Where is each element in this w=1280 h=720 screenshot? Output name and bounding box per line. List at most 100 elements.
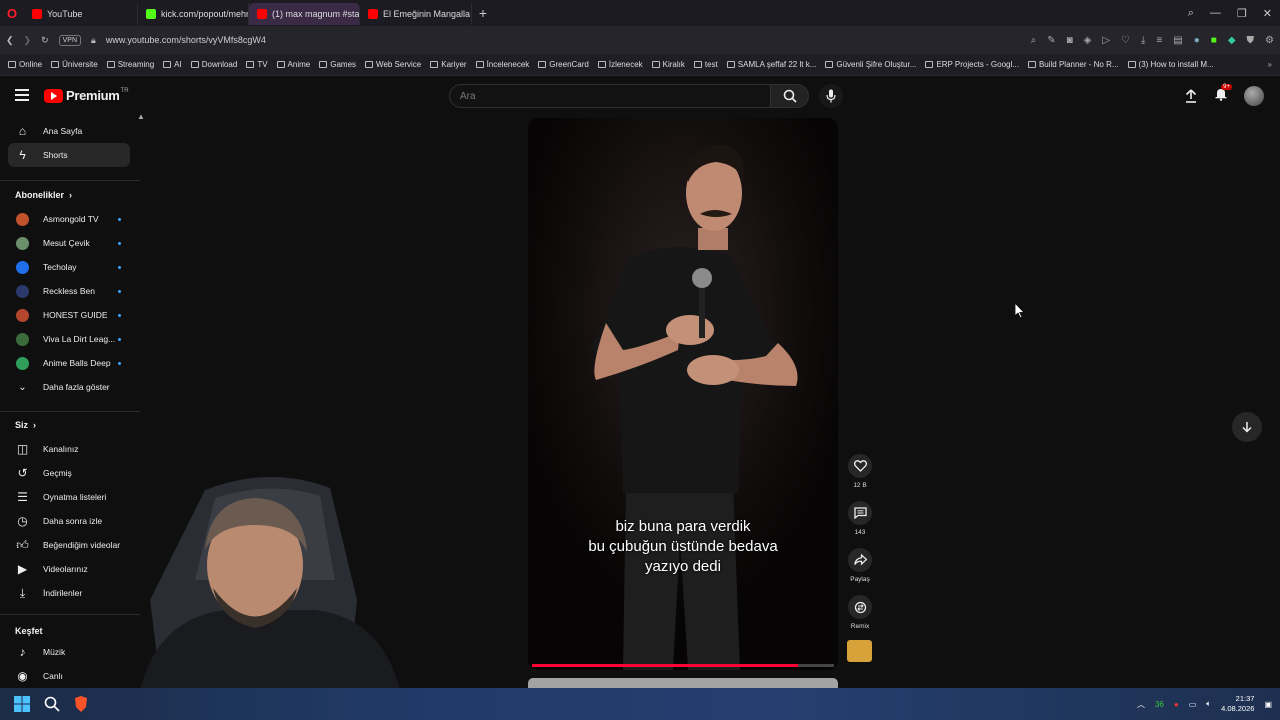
ext-shield-icon[interactable]: ⛊ [1247, 35, 1255, 46]
tray-app-icon[interactable]: ● [1174, 700, 1179, 709]
subscription-channel[interactable]: Techolay [8, 255, 130, 279]
search-icon [783, 89, 797, 103]
subscription-channel[interactable]: Mesut Çevik [8, 231, 130, 255]
sidebar-scroll-up-icon[interactable]: ▲ [137, 112, 145, 121]
back-icon[interactable]: ❮ [6, 35, 14, 46]
bookmark-label: AI [174, 60, 182, 69]
bookmark-item[interactable]: (3) How to install M... [1127, 60, 1214, 69]
bookmark-item[interactable]: Download [190, 60, 237, 69]
bookmark-item[interactable]: Kariyer [430, 60, 467, 69]
tray-app-badge[interactable]: 36 [1155, 700, 1164, 709]
url-field[interactable]: www.youtube.com/shorts/vyVMfs8cgW4 [106, 35, 266, 45]
shield-icon[interactable]: ◈ [1084, 35, 1092, 46]
bookmark-item[interactable]: TV [246, 60, 268, 69]
vpn-badge[interactable]: VPN [58, 34, 82, 46]
sidebar-item-shorts[interactable]: ϟ Shorts [8, 143, 130, 167]
browser-tab[interactable]: El Emeğinin Mangalla Buluş [360, 3, 472, 25]
camera-icon[interactable]: ◙ [1067, 35, 1073, 46]
search-button[interactable] [771, 84, 809, 108]
folder-icon [276, 61, 285, 68]
bookmark-item[interactable]: İncelenecek [475, 60, 529, 69]
reload-icon[interactable]: ↻ [41, 35, 49, 46]
tab-search-icon[interactable]: ⌕ [1188, 7, 1194, 20]
bookmark-item[interactable]: Üniversite [51, 60, 98, 69]
comment-button[interactable]: 143 [847, 501, 873, 536]
notifications-button[interactable]: 9+ [1214, 83, 1232, 106]
maximize-button[interactable]: ❐ [1237, 7, 1247, 20]
ext-green-icon[interactable]: ◆ [1228, 35, 1236, 46]
subscription-channel[interactable]: HONEST GUIDE [8, 303, 130, 327]
bookmarks-more-icon[interactable]: » [1268, 60, 1272, 69]
extension-icon[interactable]: ▤ [1173, 35, 1182, 46]
folder-icon [538, 61, 547, 68]
close-window-button[interactable]: ✕ [1263, 7, 1272, 20]
bookmark-item[interactable]: Build Planner - No R... [1027, 60, 1119, 69]
brave-browser-icon[interactable] [74, 696, 88, 712]
zoom-icon[interactable]: ⌕ [1031, 35, 1037, 46]
browser-tab[interactable]: (1) max magnum #sta [249, 3, 360, 25]
history-icon: ↺ [17, 466, 28, 480]
taskbar-search-icon[interactable] [44, 696, 60, 712]
remix-button[interactable]: Remix [847, 595, 873, 630]
voice-search-button[interactable] [819, 84, 843, 108]
bookmark-item[interactable]: Kiralık [651, 60, 685, 69]
forward-icon[interactable]: ❯ [24, 35, 32, 46]
opera-logo-icon[interactable]: O [0, 0, 24, 26]
menu-hamburger-icon[interactable] [15, 89, 29, 101]
bookmark-item[interactable]: Online [8, 60, 42, 69]
browser-tab[interactable]: kick.com/popout/mehme [138, 3, 249, 25]
bookmark-item[interactable]: İzlenecek [597, 60, 643, 69]
next-short-preview[interactable] [528, 678, 838, 688]
bookmark-item[interactable]: Web Service [365, 60, 421, 69]
media-icon[interactable]: ▷ [1102, 35, 1110, 46]
download-icon: ⤓ [19, 585, 26, 600]
sidebar-item-account[interactable]: ◫ Kanalınız [8, 437, 130, 461]
subscription-channel[interactable]: Asmongold TV [8, 207, 130, 231]
bookmark-item[interactable]: Anime [276, 60, 310, 69]
taskbar-clock[interactable]: 21:37 4.08.2026 [1221, 694, 1254, 714]
profile-ext-icon[interactable]: ● [1194, 35, 1200, 46]
new-tab-button[interactable]: + [472, 5, 494, 21]
sidebar-item-home[interactable]: ⌂ Ana Sayfa [8, 119, 130, 143]
edit-icon[interactable]: ✎ [1047, 35, 1055, 46]
browser-tab[interactable]: YouTube [24, 3, 138, 25]
heart-bookmark-icon[interactable]: ♡ [1121, 35, 1130, 46]
channel-thumbnail[interactable] [847, 640, 872, 662]
settings-ext-icon[interactable]: ⚙ [1265, 35, 1274, 46]
account-avatar[interactable] [1244, 86, 1264, 106]
like-button[interactable]: 12 B [847, 454, 873, 489]
shorts-video-player[interactable] [528, 118, 838, 670]
bookmark-label: Güvenli Şifre Oluştur... [836, 60, 917, 69]
windows-start-icon[interactable] [14, 696, 30, 712]
bookmark-item[interactable]: Games [319, 60, 356, 69]
you-heading[interactable]: Siz › [15, 420, 36, 430]
subscriptions-title: Abonelikler [15, 190, 65, 200]
tray-expand-icon[interactable]: ︿ [1137, 699, 1145, 710]
bookmark-item[interactable]: Streaming [106, 60, 154, 69]
share-button[interactable]: Paylaş [847, 548, 873, 583]
subscription-channel[interactable]: Reckless Ben [8, 279, 130, 303]
bookmark-item[interactable]: SAMLA şeffaf 22 lt k... [726, 60, 816, 69]
video-progress-bar[interactable] [532, 664, 834, 667]
bookmark-item[interactable]: ERP Projects - Googl... [925, 60, 1019, 69]
minimize-button[interactable]: — [1210, 7, 1221, 20]
bookmark-item[interactable]: Güvenli Şifre Oluştur... [825, 60, 916, 69]
menu-icon[interactable]: ≡ [1156, 35, 1162, 46]
subscription-channel[interactable]: Viva La Dirt Leag... [8, 327, 130, 351]
bookmark-item[interactable]: AI [163, 60, 182, 69]
kick-ext-icon[interactable]: ■ [1211, 35, 1217, 46]
bookmark-item[interactable]: GreenCard [538, 60, 589, 69]
subscription-channel[interactable]: Anime Balls Deep [8, 351, 130, 375]
bookmark-item[interactable]: test [693, 60, 718, 69]
upload-icon[interactable] [1184, 89, 1198, 103]
volume-icon[interactable]: 🔈︎ [1206, 699, 1211, 709]
next-video-button[interactable] [1232, 412, 1262, 442]
search-input[interactable]: Ara [449, 84, 771, 108]
subscriptions-heading[interactable]: Abonelikler › [15, 190, 72, 200]
show-more-button[interactable]: ⌄ Daha fazla göster [8, 375, 130, 399]
downloads-icon[interactable]: ⤓ [1141, 35, 1145, 46]
network-icon[interactable]: ▭ [1189, 700, 1197, 709]
subtitle-line-2: bu çubuğun üstünde bedava [588, 538, 778, 555]
notification-center-icon[interactable]: ▣ [1264, 700, 1272, 709]
youtube-premium-logo[interactable]: Premium TR [44, 88, 129, 103]
